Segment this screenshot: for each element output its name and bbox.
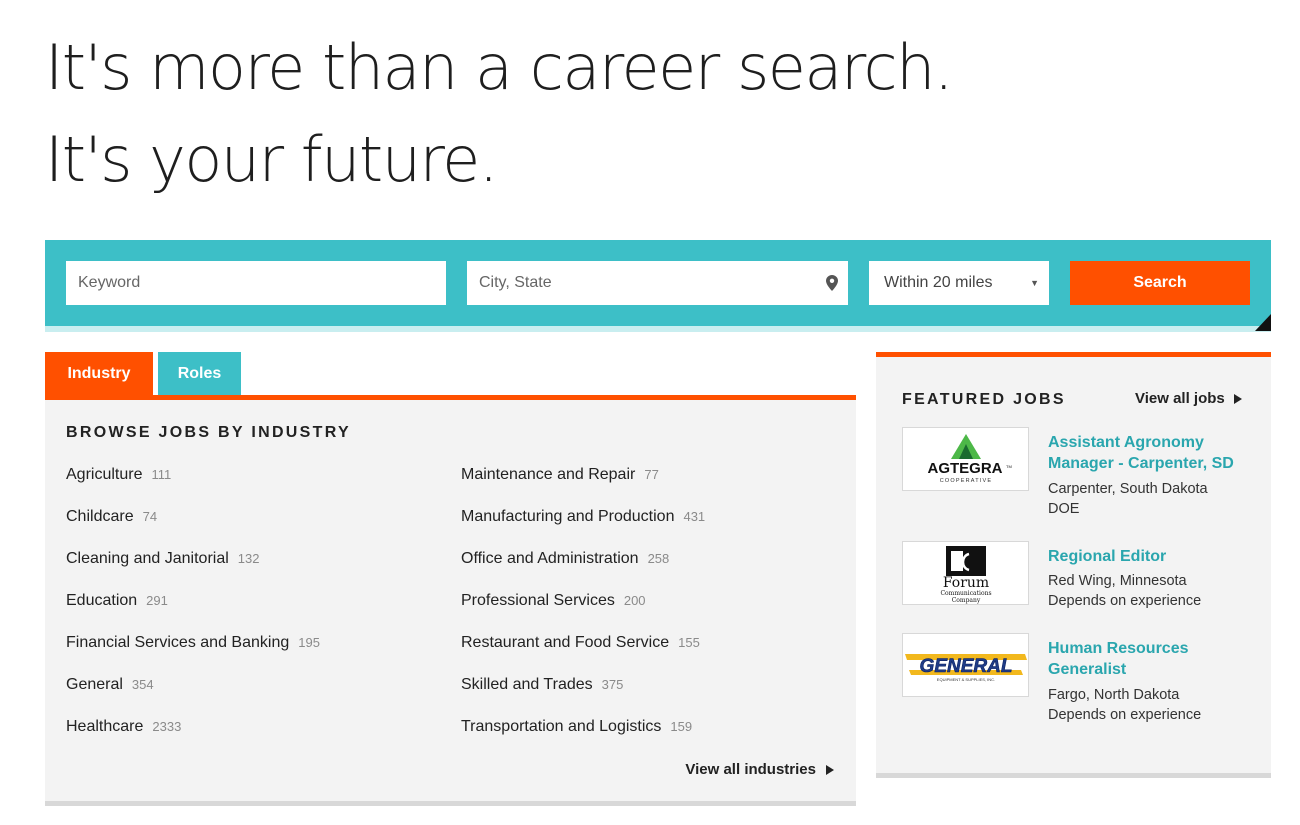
svg-text:TM: TM bbox=[1006, 464, 1012, 469]
industry-link-restaurant[interactable]: Restaurant and Food Service 155 bbox=[461, 634, 700, 652]
industry-link-healthcare[interactable]: Healthcare 2333 bbox=[66, 718, 181, 736]
company-logo-forum[interactable]: Forum Communications Company bbox=[902, 541, 1029, 605]
industry-link-transportation[interactable]: Transportation and Logistics 159 bbox=[461, 718, 692, 736]
job-pay: Depends on experience bbox=[1048, 707, 1202, 723]
svg-text:GENERAL: GENERAL bbox=[920, 656, 1013, 677]
industry-link-manufacturing[interactable]: Manufacturing and Production 431 bbox=[461, 508, 705, 526]
industry-link-office[interactable]: Office and Administration 258 bbox=[461, 550, 669, 568]
search-bar: Within 20 miles ▼ Search bbox=[45, 240, 1271, 332]
industry-count: 354 bbox=[131, 677, 154, 692]
view-all-industries-link[interactable]: View all industries bbox=[685, 761, 834, 778]
hero-heading: It's more than a career search. It's you… bbox=[45, 22, 954, 206]
browse-tabs: Industry Roles bbox=[45, 352, 856, 400]
industry-link-childcare[interactable]: Childcare 74 bbox=[66, 508, 157, 526]
chevron-down-icon: ▼ bbox=[1030, 278, 1039, 288]
industry-link-cleaning[interactable]: Cleaning and Janitorial 132 bbox=[66, 550, 259, 568]
svg-text:Forum: Forum bbox=[943, 575, 989, 591]
industry-link-agriculture[interactable]: Agriculture 111 bbox=[66, 466, 171, 484]
industry-count: 375 bbox=[601, 677, 624, 692]
browse-title: BROWSE JOBS BY INDUSTRY bbox=[66, 424, 351, 441]
job-pay: Depends on experience bbox=[1048, 593, 1202, 609]
industry-count: 155 bbox=[678, 635, 700, 650]
tab-industry[interactable]: Industry bbox=[45, 352, 153, 395]
industry-link-skilled-trades[interactable]: Skilled and Trades 375 bbox=[461, 676, 623, 694]
svg-text:COOPERATIVE: COOPERATIVE bbox=[940, 478, 993, 484]
search-bar-fold bbox=[1255, 314, 1271, 331]
industry-count: 431 bbox=[683, 509, 706, 524]
industry-count: 2333 bbox=[152, 719, 182, 734]
industry-link-maintenance[interactable]: Maintenance and Repair 77 bbox=[461, 466, 659, 484]
industry-count: 74 bbox=[142, 509, 158, 524]
job-pay: DOE bbox=[1048, 501, 1080, 517]
location-input[interactable] bbox=[467, 261, 848, 305]
industry-count: 291 bbox=[146, 593, 168, 608]
job-title-link[interactable]: Human Resources Generalist bbox=[1048, 638, 1258, 680]
industry-link-financial[interactable]: Financial Services and Banking 195 bbox=[66, 634, 320, 652]
svg-text:Communications: Communications bbox=[940, 590, 991, 597]
industry-count: 258 bbox=[647, 551, 670, 566]
svg-text:AGTEGRA: AGTEGRA bbox=[928, 460, 1003, 477]
radius-selected-value: Within 20 miles bbox=[884, 274, 993, 291]
featured-jobs-panel: FEATURED JOBS View all jobs AGTEGRA TM C… bbox=[876, 352, 1271, 778]
arrow-right-icon bbox=[1233, 393, 1242, 404]
featured-jobs-title: FEATURED JOBS bbox=[902, 391, 1066, 408]
industry-count: 159 bbox=[670, 719, 693, 734]
job-title-link[interactable]: Assistant Agronomy Manager - Carpenter, … bbox=[1048, 432, 1258, 474]
browse-panel: BROWSE JOBS BY INDUSTRY Agriculture 111 C… bbox=[45, 400, 856, 806]
svg-text:Company: Company bbox=[952, 597, 981, 604]
company-logo-agtegra[interactable]: AGTEGRA TM COOPERATIVE bbox=[902, 427, 1029, 491]
company-logo-general[interactable]: GENERAL EQUIPMENT & SUPPLIES, INC. bbox=[902, 633, 1029, 697]
job-location: Red Wing, Minnesota bbox=[1048, 573, 1187, 589]
map-pin-icon bbox=[826, 275, 838, 291]
keyword-input[interactable] bbox=[66, 261, 446, 305]
industry-link-education[interactable]: Education 291 bbox=[66, 592, 168, 610]
job-location: Fargo, North Dakota bbox=[1048, 687, 1180, 703]
hero-line-2: It's your future. bbox=[45, 123, 498, 196]
industry-count: 200 bbox=[623, 593, 646, 608]
radius-select[interactable]: Within 20 miles ▼ bbox=[869, 261, 1049, 305]
industry-count: 77 bbox=[644, 467, 659, 482]
industry-link-professional[interactable]: Professional Services 200 bbox=[461, 592, 646, 610]
job-title-link[interactable]: Regional Editor bbox=[1048, 546, 1258, 567]
industry-count: 195 bbox=[298, 635, 320, 650]
svg-text:EQUIPMENT & SUPPLIES, INC.: EQUIPMENT & SUPPLIES, INC. bbox=[937, 677, 995, 682]
view-all-jobs-link[interactable]: View all jobs bbox=[1135, 390, 1242, 407]
tab-roles[interactable]: Roles bbox=[158, 352, 241, 395]
hero-line-1: It's more than a career search. bbox=[45, 31, 954, 104]
arrow-right-icon bbox=[826, 764, 834, 775]
industry-count: 132 bbox=[237, 551, 260, 566]
industry-link-general[interactable]: General 354 bbox=[66, 676, 154, 694]
search-button[interactable]: Search bbox=[1070, 261, 1250, 305]
industry-count: 111 bbox=[151, 467, 172, 482]
job-location: Carpenter, South Dakota bbox=[1048, 481, 1208, 497]
